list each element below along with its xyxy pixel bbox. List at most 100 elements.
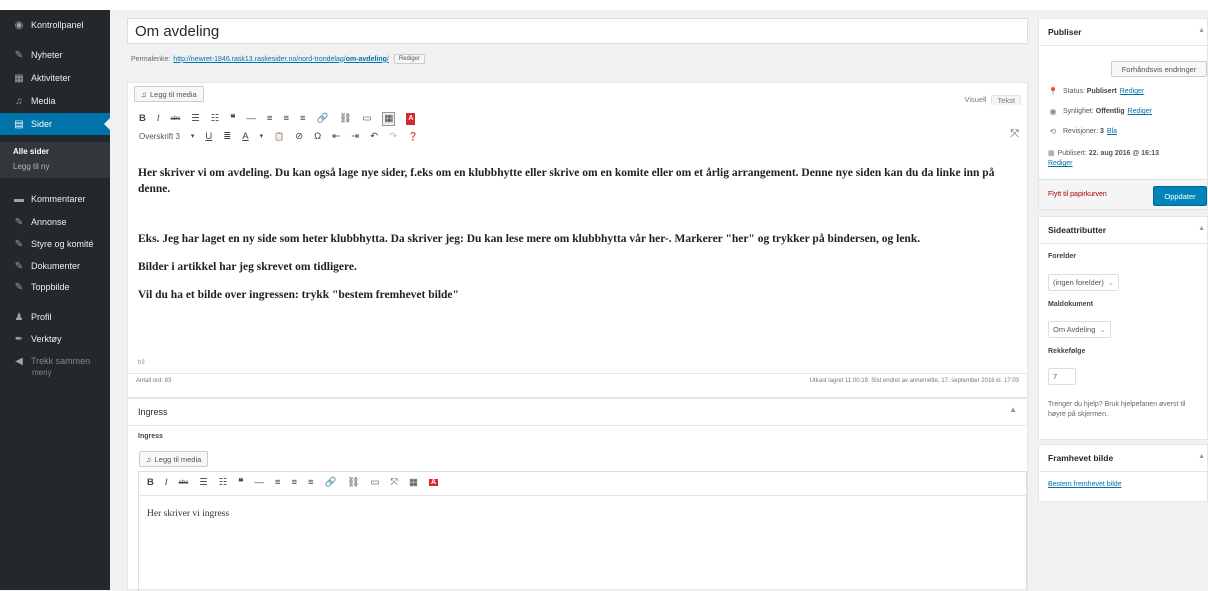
collapse-menu-button[interactable]: ◀ Trekk sammen — [0, 350, 110, 372]
pin-icon: ✎ — [14, 49, 24, 61]
ingress-box-title[interactable]: Ingress — [138, 407, 168, 417]
sidebar-item-kommentarer[interactable]: ▬ Kommentarer — [0, 188, 110, 210]
tab-visual[interactable]: Visuell — [960, 95, 992, 105]
blockquote-icon[interactable]: ❝ — [238, 477, 243, 488]
sidebar-item-toppbilde[interactable]: ✎ Toppbilde — [0, 276, 110, 298]
unlink-icon[interactable]: ⛓ — [339, 113, 351, 125]
template-value: Om Avdeling — [1053, 325, 1096, 334]
pin-icon: ✎ — [14, 216, 24, 228]
collapse-arrow-icon[interactable]: ▲ — [1198, 27, 1205, 34]
bullet-list-icon[interactable]: ☰ — [191, 113, 200, 125]
submenu-item-legg-til-ny[interactable]: Legg til ny — [13, 162, 49, 171]
bold-icon[interactable]: B — [139, 113, 146, 125]
italic-icon[interactable]: I — [157, 113, 160, 125]
undo-icon[interactable]: ↶ — [370, 131, 378, 143]
status-row: 📍 Status: Publisert Rediger — [1048, 87, 1144, 96]
help-icon[interactable]: ❓ — [408, 131, 418, 143]
strikethrough-icon[interactable]: abc — [171, 113, 181, 125]
publish-title[interactable]: Publiser — [1048, 27, 1082, 37]
align-center-icon[interactable]: ≡ — [291, 477, 297, 488]
text-color-icon[interactable]: A — [242, 131, 248, 143]
visibility-edit-link[interactable]: Rediger — [1128, 108, 1153, 115]
sidebar-item-dokumenter[interactable]: ✎ Dokumenter — [0, 255, 110, 277]
ingress-editor: B I abc ☰ ☷ ❝ — ≡ ≡ ≡ 🔗 ⛓ ▭ ⤧ ▦ A Her sk… — [138, 471, 1027, 591]
read-more-icon[interactable]: ▭ — [362, 113, 371, 125]
title-input[interactable] — [127, 18, 1028, 44]
acrobat-icon[interactable]: A — [429, 479, 439, 486]
clear-formatting-icon[interactable]: ⊘ — [295, 131, 303, 143]
italic-icon[interactable]: I — [165, 477, 168, 488]
sidebar-item-verktoy[interactable]: ✒ Verktøy — [0, 328, 110, 350]
link-icon[interactable]: 🔗 — [317, 113, 329, 125]
underline-icon[interactable]: U — [205, 131, 212, 143]
published-edit-link[interactable]: Rediger — [1048, 160, 1073, 167]
justify-icon[interactable]: ≣ — [223, 131, 231, 143]
fullscreen-icon[interactable]: ⤧ — [1010, 128, 1019, 141]
permalink-link[interactable]: http://newret-1846.rask13.raskesider.no/… — [173, 56, 389, 63]
sidebar-item-sider[interactable]: ▤ Sider — [0, 113, 110, 135]
align-right-icon[interactable]: ≡ — [308, 477, 314, 488]
set-featured-image-link[interactable]: Bestem fremhevet bilde — [1048, 481, 1122, 488]
paste-text-icon[interactable]: 📋 — [274, 131, 284, 143]
sidebar-item-label: Media — [31, 96, 56, 106]
admin-sidebar: ◉ Kontrollpanel ✎ Nyheter ▦ Aktiviteter ♫ Me… — [0, 10, 110, 590]
revisions-label: Revisjoner: — [1063, 128, 1099, 135]
redo-icon[interactable]: ↷ — [389, 131, 397, 143]
sidebar-item-annonse[interactable]: ✎ Annonse — [0, 211, 110, 233]
horizontal-line-icon[interactable]: — — [246, 113, 256, 125]
submenu-item-alle-sider[interactable]: Alle sider — [13, 147, 49, 156]
outdent-icon[interactable]: ⇤ — [332, 131, 340, 143]
horizontal-line-icon[interactable]: — — [254, 477, 264, 488]
toolbar-toggle-icon[interactable]: ▦ — [382, 112, 396, 126]
strikethrough-icon[interactable]: abc — [179, 480, 189, 486]
format-dropdown-icon[interactable]: ▾ — [191, 131, 195, 143]
align-center-icon[interactable]: ≡ — [283, 113, 289, 125]
collapse-arrow-icon[interactable]: ▲ — [1198, 453, 1205, 460]
toolbar-toggle-icon[interactable]: ▦ — [409, 477, 418, 488]
bold-icon[interactable]: B — [147, 477, 154, 488]
align-right-icon[interactable]: ≡ — [300, 113, 306, 125]
sidebar-item-profil[interactable]: ♟ Profil — [0, 306, 110, 328]
sidebar-item-aktiviteter[interactable]: ▦ Aktiviteter — [0, 67, 110, 89]
parent-select[interactable]: (ingen forelder) ⌄ — [1048, 274, 1120, 291]
tab-text[interactable]: Tekst — [991, 95, 1021, 105]
bullet-list-icon[interactable]: ☰ — [199, 477, 208, 488]
collapse-arrow-icon[interactable]: ▲ — [1198, 225, 1205, 232]
order-input[interactable]: 7 — [1048, 368, 1076, 385]
template-select[interactable]: Om Avdeling ⌄ — [1048, 321, 1111, 338]
add-media-button[interactable]: ♫ Legg til media — [134, 86, 204, 102]
numbered-list-icon[interactable]: ☷ — [211, 113, 220, 125]
ingress-text[interactable]: Her skriver vi ingress — [147, 509, 229, 519]
history-icon: ⟲ — [1049, 127, 1057, 136]
permalink-edit-button[interactable]: Rediger — [393, 54, 425, 64]
special-character-icon[interactable]: Ω — [314, 131, 321, 143]
link-icon[interactable]: 🔗 — [325, 477, 337, 488]
text-color-dropdown-icon[interactable]: ▾ — [260, 131, 264, 143]
indent-icon[interactable]: ⇥ — [351, 131, 359, 143]
align-left-icon[interactable]: ≡ — [267, 113, 273, 125]
move-to-trash-link[interactable]: Flytt til papirkurven — [1048, 191, 1107, 198]
sidebar-item-styre[interactable]: ✎ Styre og komité — [0, 233, 110, 255]
blockquote-icon[interactable]: ❝ — [230, 113, 235, 125]
fullscreen-icon[interactable]: ⤧ — [390, 477, 398, 488]
status-edit-link[interactable]: Rediger — [1120, 88, 1145, 95]
content-area[interactable]: Her skriver vi om avdeling. Du kan også … — [138, 165, 1018, 315]
content-editor: ♫ Legg til media Visuell Tekst B I abc ☰ … — [127, 82, 1028, 398]
sidebar-item-media[interactable]: ♫ Media — [0, 90, 110, 112]
preview-changes-button[interactable]: Forhåndsvis endringer — [1111, 61, 1207, 77]
format-select[interactable]: Overskrift 3 — [139, 131, 180, 143]
numbered-list-icon[interactable]: ☷ — [219, 477, 228, 488]
sidebar-item-kontrollpanel[interactable]: ◉ Kontrollpanel — [0, 14, 110, 36]
update-button[interactable]: Oppdater — [1153, 186, 1207, 206]
align-left-icon[interactable]: ≡ — [275, 477, 281, 488]
ingress-add-media-button[interactable]: ♫ Legg til media — [139, 451, 209, 467]
browse-revisions-link[interactable]: Bla — [1107, 128, 1117, 135]
collapse-arrow-icon[interactable]: ▲ — [1009, 405, 1017, 414]
unlink-icon[interactable]: ⛓ — [347, 477, 359, 488]
read-more-icon[interactable]: ▭ — [370, 477, 379, 488]
page-attributes-title[interactable]: Sideattributter — [1048, 225, 1106, 235]
acrobat-icon[interactable]: A — [406, 113, 416, 125]
sidebar-item-nyheter[interactable]: ✎ Nyheter — [0, 44, 110, 66]
collapse-icon: ◀ — [15, 355, 23, 367]
featured-image-title[interactable]: Framhevet bilde — [1048, 453, 1113, 463]
